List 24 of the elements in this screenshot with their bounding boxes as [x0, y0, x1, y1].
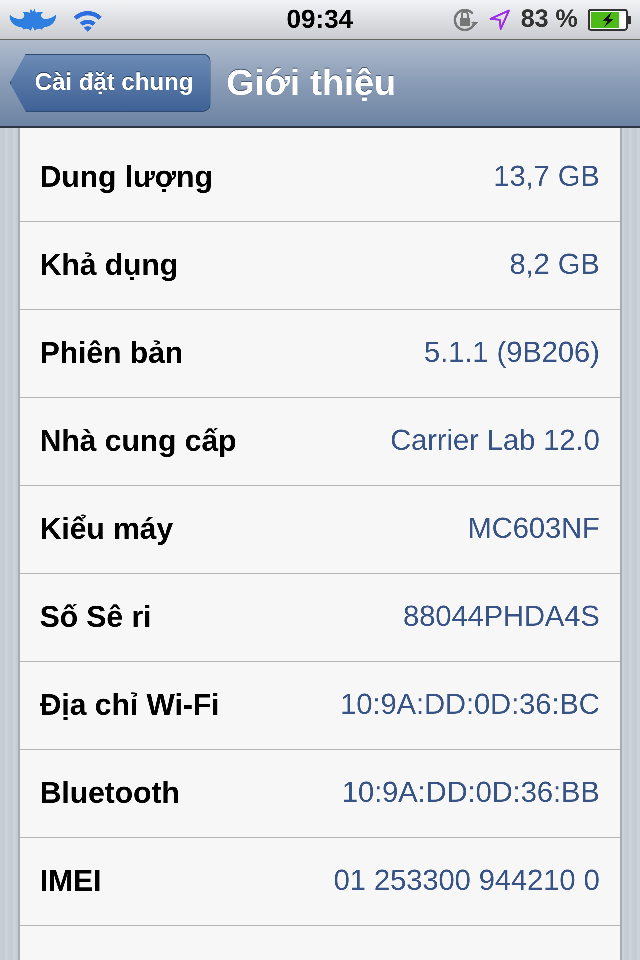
battery-percent: 83 % [521, 5, 578, 34]
back-button[interactable]: Cài đặt chung [10, 54, 211, 112]
row-value: 10:9A:DD:0D:36:BC [340, 689, 600, 722]
row-label: Kiểu máy [40, 512, 174, 546]
status-time: 09:34 [286, 4, 354, 35]
row-value: 88044PHDA4S [403, 601, 600, 634]
row-label: Khả dụng [40, 248, 178, 282]
bat-logo-icon [8, 8, 58, 32]
row-label: Bluetooth [40, 776, 180, 810]
row-value: 13,7 GB [494, 161, 600, 194]
row-label: Địa chỉ Wi-Fi [40, 688, 220, 722]
row-label: Phiên bản [40, 336, 184, 370]
row-value: 5.1.1 (9B206) [424, 337, 600, 370]
row-value: 10:9A:DD:0D:36:BB [342, 777, 600, 810]
row-label: Số Sê ri [40, 600, 152, 634]
row-value: 01 253300 944210 0 [334, 865, 600, 898]
row-value: Carrier Lab 12.0 [390, 425, 600, 458]
row-label: IMEI [40, 864, 102, 898]
row-value: MC603NF [468, 513, 600, 546]
nav-title: Giới thiệu [226, 62, 396, 104]
row-value: 8,2 GB [510, 249, 600, 282]
location-arrow-icon [489, 8, 512, 30]
row-label: Nhà cung cấp [40, 424, 237, 458]
row-label: Dung lượng [40, 160, 214, 194]
